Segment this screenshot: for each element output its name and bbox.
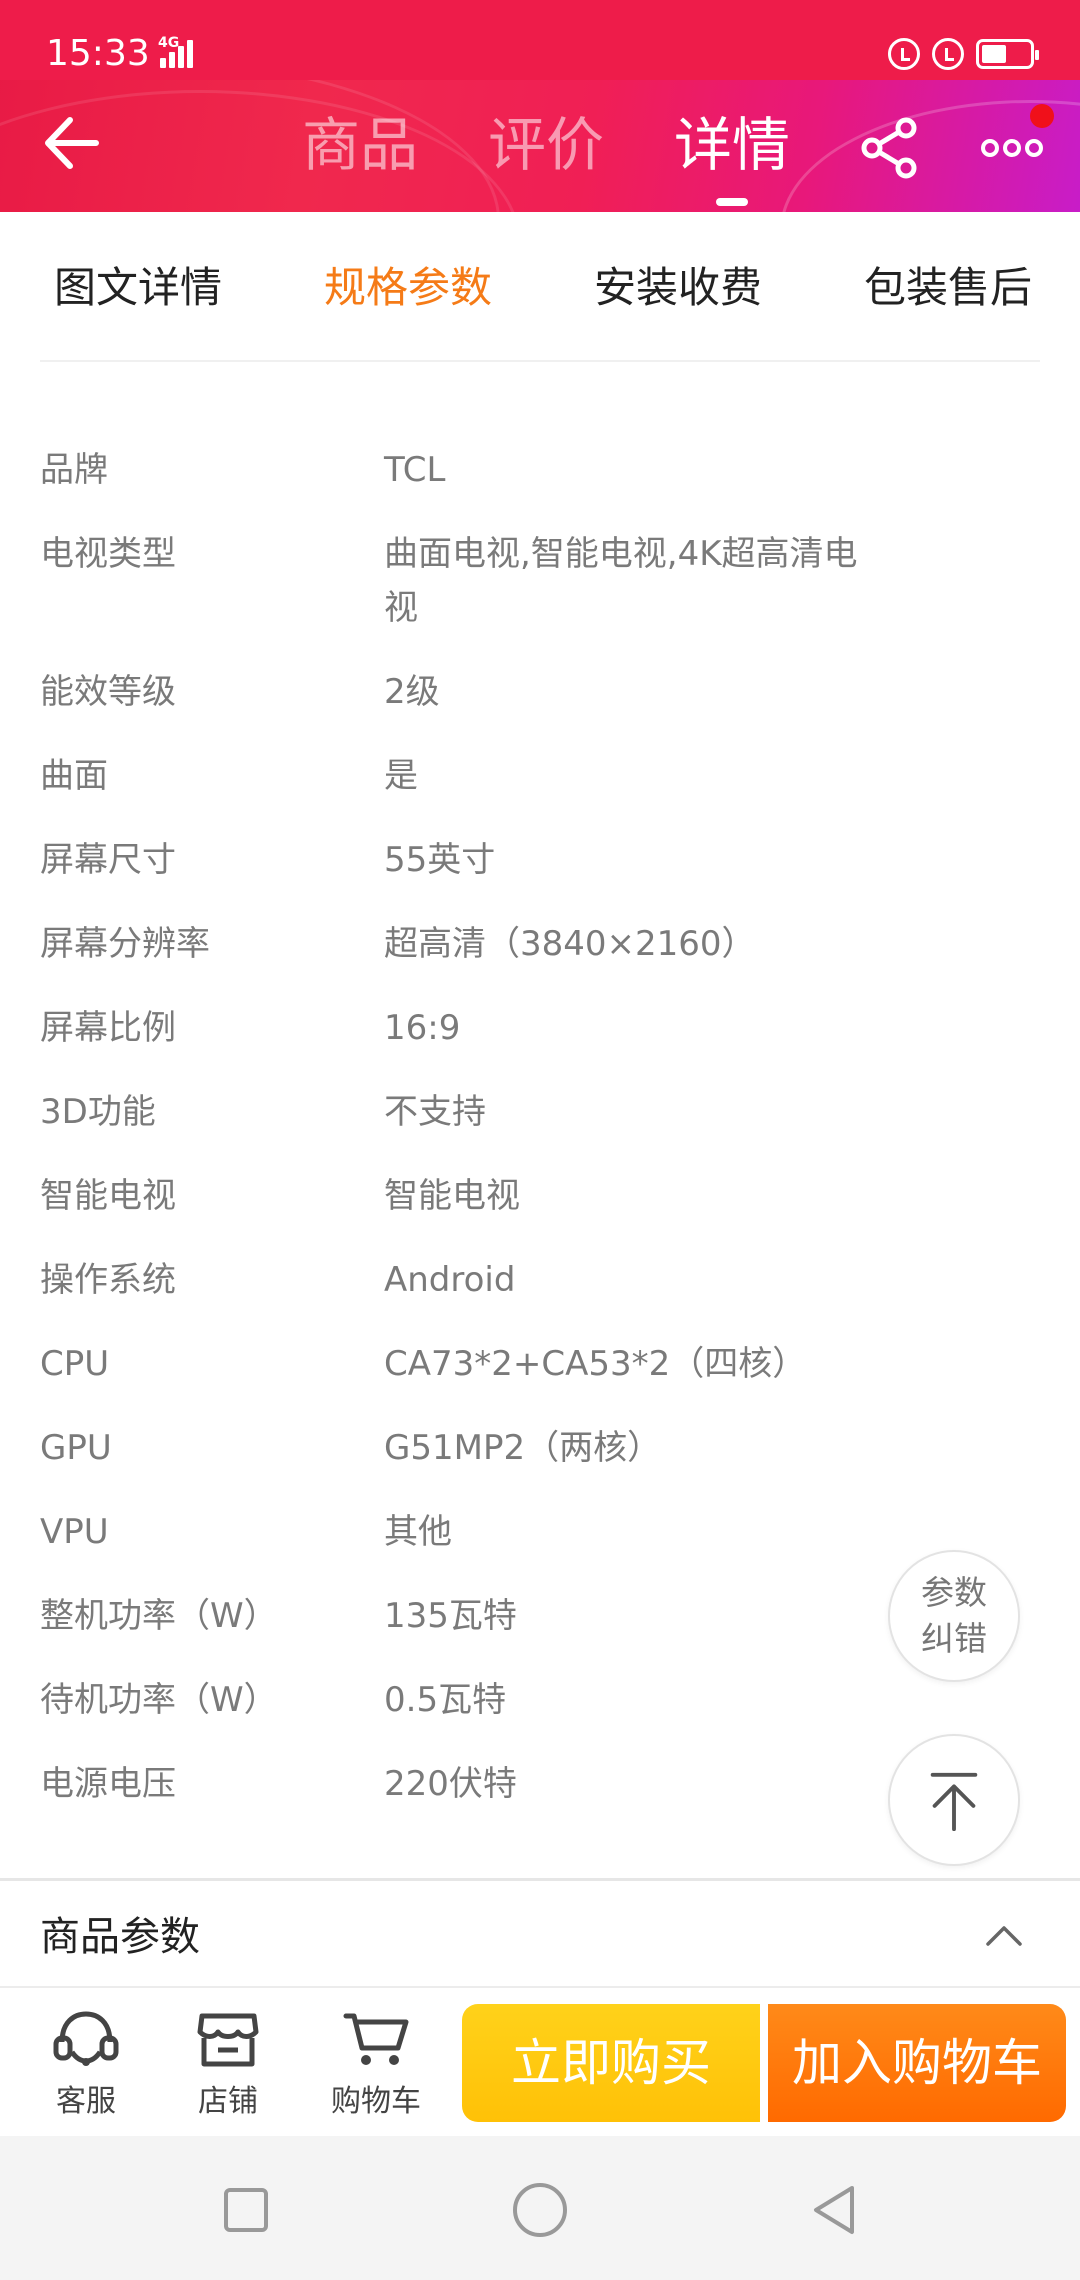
shop-label: 店铺 bbox=[198, 2084, 258, 2119]
chevron-up-icon[interactable] bbox=[984, 1920, 1024, 1950]
home-icon[interactable] bbox=[510, 2180, 570, 2240]
status-time: 15:33 bbox=[46, 33, 150, 74]
product-params-section[interactable]: 商品参数 bbox=[0, 1882, 1080, 1986]
headset-icon bbox=[53, 2011, 119, 2066]
tab-reviews[interactable]: 评价 bbox=[488, 110, 604, 180]
more-icon[interactable] bbox=[980, 128, 1044, 168]
status-bar: 15:33 4G bbox=[0, 0, 1080, 80]
cart-label: 购物车 bbox=[331, 2084, 421, 2119]
spec-value: 超高清（3840×2160） bbox=[384, 924, 756, 964]
app-header: 15:33 4G 商品 评价 详情 bbox=[0, 0, 1080, 212]
spec-label: 电视类型 bbox=[40, 534, 176, 574]
back-icon[interactable] bbox=[804, 2180, 864, 2240]
buy-now-button[interactable]: 立即购买 bbox=[462, 2004, 760, 2122]
spec-value: 220伏特 bbox=[384, 1764, 517, 1804]
sub-tab-installation-fees[interactable]: 安装收费 bbox=[594, 260, 762, 316]
spec-value: TCL bbox=[384, 450, 446, 490]
section-title: 商品参数 bbox=[40, 1914, 200, 1960]
spec-label: 屏幕分辨率 bbox=[40, 924, 210, 964]
nav-bar: 商品 评价 详情 bbox=[0, 80, 1080, 212]
divider bbox=[0, 1878, 1080, 1881]
cart-icon bbox=[343, 2013, 409, 2065]
report-error-label: 参数 bbox=[921, 1573, 987, 1612]
battery-icon bbox=[976, 39, 1039, 69]
spec-label: 待机功率（W） bbox=[40, 1680, 278, 1720]
spec-label: GPU bbox=[40, 1428, 112, 1468]
share-icon[interactable] bbox=[858, 116, 922, 180]
customer-service-label: 客服 bbox=[56, 2084, 116, 2119]
spec-value: 不支持 bbox=[384, 1092, 486, 1132]
spec-value: 智能电视 bbox=[384, 1176, 520, 1216]
back-to-top-button[interactable] bbox=[888, 1734, 1020, 1866]
spec-value: G51MP2（两核） bbox=[384, 1428, 662, 1468]
lock-rotation-icon bbox=[888, 38, 920, 70]
spec-label: 电源电压 bbox=[40, 1764, 176, 1804]
signal-icon bbox=[160, 38, 198, 68]
report-spec-error-button[interactable]: 参数 纠错 bbox=[888, 1550, 1020, 1682]
spec-value: 55英寸 bbox=[384, 840, 496, 880]
spec-value: 视 bbox=[384, 588, 418, 628]
spec-label: 屏幕尺寸 bbox=[40, 840, 176, 880]
spec-label: VPU bbox=[40, 1512, 109, 1552]
spec-value: 曲面电视,智能电视,4K超高清电 bbox=[384, 534, 858, 574]
status-icons bbox=[888, 36, 1039, 72]
sub-tab-specifications[interactable]: 规格参数 bbox=[324, 260, 492, 316]
spec-label: 3D功能 bbox=[40, 1092, 156, 1132]
sub-tab-packaging-aftersales[interactable]: 包装售后 bbox=[864, 260, 1032, 316]
arrow-up-icon bbox=[930, 1772, 978, 1832]
report-error-label: 纠错 bbox=[921, 1619, 987, 1658]
spec-value: Android bbox=[384, 1260, 516, 1300]
alarm-icon bbox=[932, 38, 964, 70]
recent-apps-icon[interactable] bbox=[216, 2180, 276, 2240]
spec-value: CA73*2+CA53*2（四核） bbox=[384, 1344, 807, 1384]
spec-value: 135瓦特 bbox=[384, 1596, 517, 1636]
spec-label: 智能电视 bbox=[40, 1176, 176, 1216]
spec-label: 能效等级 bbox=[40, 672, 176, 712]
shop-button[interactable]: 店铺 bbox=[168, 2008, 288, 2120]
spec-label: 品牌 bbox=[40, 450, 108, 490]
spec-value: 其他 bbox=[384, 1512, 452, 1552]
sub-tab-graphic-details[interactable]: 图文详情 bbox=[54, 260, 222, 316]
cart-button[interactable]: 购物车 bbox=[316, 2008, 436, 2120]
tab-product[interactable]: 商品 bbox=[302, 110, 418, 180]
spec-value: 16:9 bbox=[384, 1008, 461, 1048]
shop-icon bbox=[197, 2013, 259, 2067]
add-to-cart-button[interactable]: 加入购物车 bbox=[768, 2004, 1066, 2122]
tab-details[interactable]: 详情 bbox=[674, 110, 790, 206]
action-bar: 客服 店铺 购物车 立即购买 加入购物车 bbox=[0, 1986, 1080, 2136]
spec-value: 2级 bbox=[384, 672, 440, 712]
notification-dot bbox=[1030, 104, 1054, 128]
customer-service-button[interactable]: 客服 bbox=[26, 2008, 146, 2120]
spec-label: 整机功率（W） bbox=[40, 1596, 278, 1636]
back-arrow-icon[interactable] bbox=[36, 108, 106, 178]
spec-label: 操作系统 bbox=[40, 1260, 176, 1300]
spec-value: 是 bbox=[384, 756, 418, 796]
system-nav-bar bbox=[0, 2136, 1080, 2280]
spec-label: 曲面 bbox=[40, 756, 108, 796]
spec-label: 屏幕比例 bbox=[40, 1008, 176, 1048]
detail-sub-tabs: 图文详情 规格参数 安装收费 包装售后 bbox=[0, 212, 1080, 362]
spec-value: 0.5瓦特 bbox=[384, 1680, 507, 1720]
spec-label: CPU bbox=[40, 1344, 110, 1384]
divider bbox=[40, 360, 1040, 362]
